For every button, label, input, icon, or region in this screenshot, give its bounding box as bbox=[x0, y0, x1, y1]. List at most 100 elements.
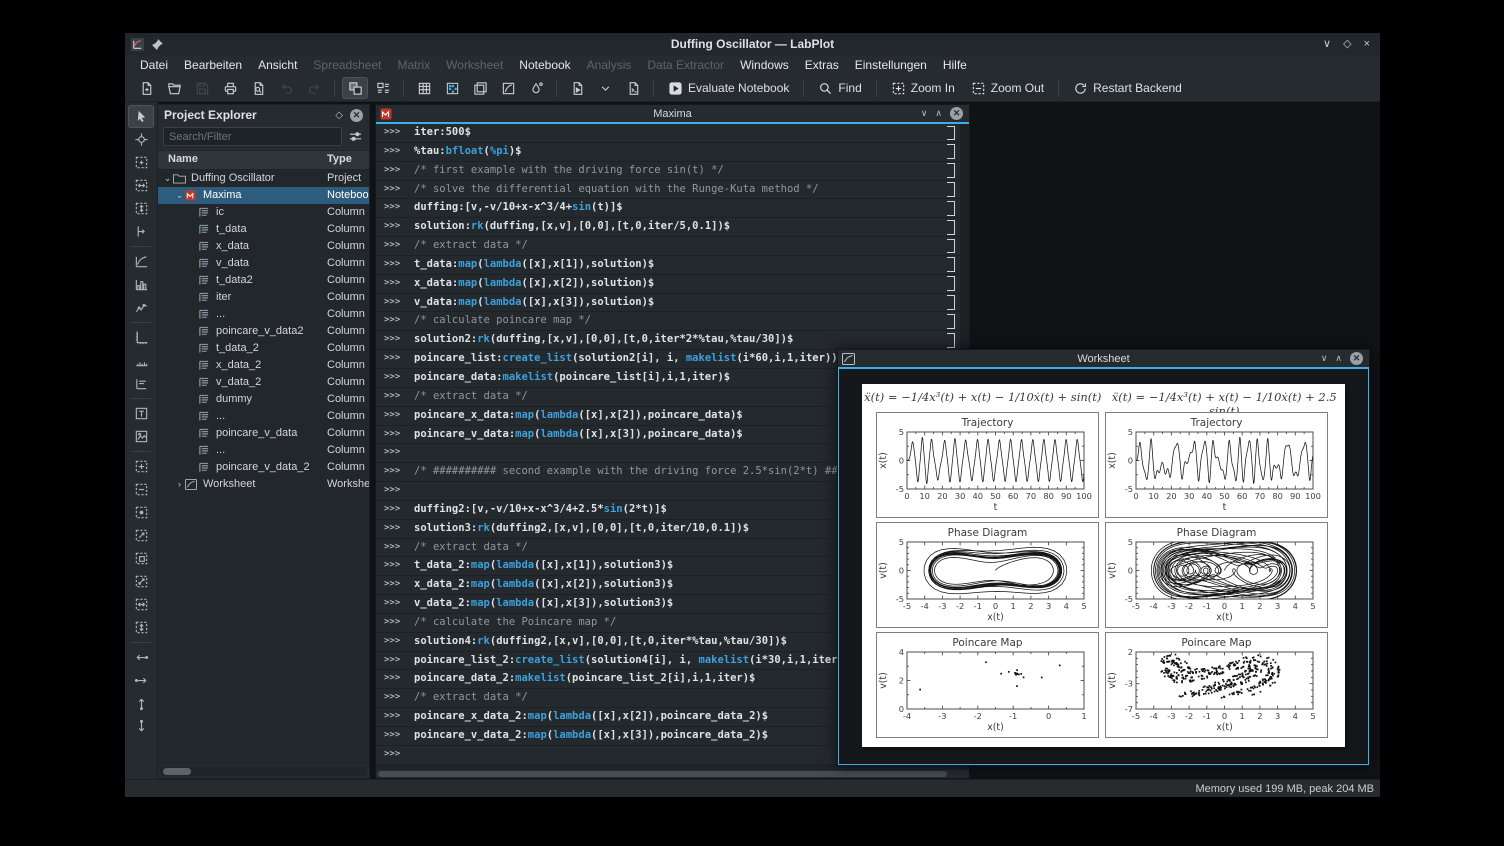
menu-ansicht[interactable]: Ansicht bbox=[250, 55, 305, 75]
zoom-y-select-icon[interactable] bbox=[128, 197, 154, 220]
new-axis-ticks-icon[interactable] bbox=[128, 349, 154, 372]
maximize-button[interactable]: ◇ bbox=[1343, 37, 1351, 51]
tree-row-t-data[interactable]: t_data Column bbox=[158, 221, 369, 238]
tree-row-poincare-v-data[interactable]: poincare_v_data Column bbox=[158, 425, 369, 442]
tree-row-poincare-v-data2[interactable]: poincare_v_data2 Column bbox=[158, 323, 369, 340]
tree-row-iter[interactable]: iter Column bbox=[158, 289, 369, 306]
tree-row-more[interactable]: ... Column bbox=[158, 442, 369, 459]
poincare-map-plot-1[interactable]: Poincare Map -4 -3 -2 -1 0 1 0 2 4 x(t) v(t) bbox=[876, 632, 1099, 738]
scale-auto-icon[interactable] bbox=[128, 570, 154, 593]
new-image-icon[interactable] bbox=[128, 425, 154, 448]
zoom-select-icon[interactable] bbox=[128, 151, 154, 174]
tree-row-maxima[interactable]: ⌄ Maxima Notebook bbox=[158, 187, 369, 204]
scrollbar-thumb[interactable] bbox=[378, 771, 948, 777]
cursor-line-icon[interactable] bbox=[128, 220, 154, 243]
view-all-icon[interactable] bbox=[128, 524, 154, 547]
worksheet-title-bar[interactable]: Worksheet ∨ ∧ ✕ bbox=[838, 350, 1369, 367]
tree-row-t-data2[interactable]: t_data2 Column bbox=[158, 272, 369, 289]
minimize-button[interactable]: ∨ bbox=[1323, 37, 1331, 51]
collapse-arrow-icon[interactable]: ⌄ bbox=[174, 187, 185, 204]
zoom-x-select-icon[interactable] bbox=[128, 174, 154, 197]
code-cell-3[interactable]: >>> /* first example with the driving for… bbox=[376, 161, 969, 181]
new-axis-icon[interactable] bbox=[128, 326, 154, 349]
tree-row-ic[interactable]: ic Column bbox=[158, 204, 369, 221]
notebook-close-icon[interactable]: ✕ bbox=[950, 107, 963, 120]
column-header-name[interactable]: Name bbox=[168, 153, 198, 165]
new-matrix[interactable] bbox=[439, 77, 465, 99]
tree-row-duffing-oscillator[interactable]: ⌄ Duffing Oscillator Project bbox=[158, 170, 369, 187]
collapse-arrow-icon[interactable]: ⌄ bbox=[162, 170, 173, 187]
tree-row-x-data[interactable]: x_data Column bbox=[158, 238, 369, 255]
menu-extras[interactable]: Extras bbox=[797, 55, 847, 75]
new-legend-icon[interactable] bbox=[128, 372, 154, 395]
project-tree-hscrollbar[interactable] bbox=[160, 766, 367, 776]
shift-up-y-icon[interactable] bbox=[128, 692, 154, 715]
menu-windows[interactable]: Windows bbox=[732, 55, 797, 75]
layout-tile-windows[interactable] bbox=[342, 77, 368, 99]
column-header-type[interactable]: Type bbox=[327, 153, 352, 165]
new-notebook-dropdown[interactable] bbox=[592, 77, 618, 99]
phase-diagram-plot-1[interactable]: Phase Diagram -5 -4 -3 -2 -1 0 1 2 3 4 5 -5 0 5 x(t) v(t… bbox=[876, 522, 1099, 628]
worksheet-canvas[interactable]: ẍ(t) = −1/4x³(t) + x(t) − 1/10ẋ(t) + sin… bbox=[862, 384, 1345, 747]
scrollbar-thumb[interactable] bbox=[163, 767, 191, 775]
close-panel-icon[interactable]: ✕ bbox=[350, 108, 363, 122]
menu-notebook[interactable]: Notebook bbox=[511, 55, 578, 75]
close-button[interactable]: × bbox=[1364, 37, 1370, 51]
title-bar[interactable]: Duffing Oscillator — LabPlot ∨ ◇ × bbox=[125, 33, 1380, 55]
trajectory-plot-2[interactable]: Trajectory 0 10 20 30 40 50 60 70 80 90 100 -5 0 5 t x(t… bbox=[1105, 412, 1328, 518]
worksheet-content[interactable]: ẍ(t) = −1/4x³(t) + x(t) − 1/10ẋ(t) + sin… bbox=[838, 367, 1369, 765]
poincare-map-plot-2[interactable]: Poincare Map -5 -4 -3 -2 -1 0 1 2 3 4 5 2 -3 -7 x(t) v(t… bbox=[1105, 632, 1328, 738]
new-script[interactable] bbox=[620, 77, 646, 99]
open-project[interactable] bbox=[161, 77, 187, 99]
tree-row-x-data-2[interactable]: x_data_2 Column bbox=[158, 357, 369, 374]
search-input[interactable] bbox=[163, 127, 342, 146]
notebook-minimize-icon[interactable]: ∨ bbox=[921, 108, 928, 119]
code-cell-8[interactable]: >>> t_data:map(lambda([x],x[1]),solution)… bbox=[376, 255, 969, 275]
filter-options-icon[interactable] bbox=[346, 128, 364, 146]
tree-row-more[interactable]: ... Column bbox=[158, 306, 369, 323]
trajectory-plot-1[interactable]: Trajectory 0 10 20 30 40 50 60 70 80 90 100 -5 0 5 t x(t… bbox=[876, 412, 1099, 518]
menu-datei[interactable]: Datei bbox=[132, 55, 176, 75]
worksheet-minimize-icon[interactable]: ∨ bbox=[1321, 353, 1328, 364]
shift-left-x-icon[interactable] bbox=[128, 646, 154, 669]
restart-backend-button[interactable]: Restart Backend bbox=[1066, 77, 1189, 99]
zoom-out-view-icon[interactable] bbox=[128, 478, 154, 501]
code-cell-9[interactable]: >>> x_data:map(lambda([x],x[2]),solution)… bbox=[376, 274, 969, 294]
worksheet-maximize-icon[interactable]: ∧ bbox=[1335, 353, 1342, 364]
float-panel-icon[interactable]: ◇ bbox=[335, 110, 343, 121]
code-cell-5[interactable]: >>> duffing:[v,-v/10+x-x^3/4+sin(t)]$ bbox=[376, 199, 969, 219]
new-datapicker[interactable] bbox=[523, 77, 549, 99]
tree-row-poincare-v-data-2[interactable]: poincare_v_data_2 Column bbox=[158, 459, 369, 476]
new-histogram-icon[interactable] bbox=[128, 273, 154, 296]
tree-row-v-data[interactable]: v_data Column bbox=[158, 255, 369, 272]
new-text-label-icon[interactable] bbox=[128, 402, 154, 425]
new-spreadsheet[interactable] bbox=[411, 77, 437, 99]
menu-hilfe[interactable]: Hilfe bbox=[935, 55, 975, 75]
worksheet-close-icon[interactable]: ✕ bbox=[1350, 352, 1363, 365]
tree-row-t-data-2[interactable]: t_data_2 Column bbox=[158, 340, 369, 357]
layout-list-windows[interactable] bbox=[370, 77, 396, 99]
tree-row-v-data-2[interactable]: v_data_2 Column bbox=[158, 374, 369, 391]
notebook-title-bar[interactable]: Maxima ∨ ∧ ✕ bbox=[376, 105, 969, 122]
notebook-maximize-icon[interactable]: ∧ bbox=[935, 108, 942, 119]
zoom-in-view-icon[interactable] bbox=[128, 455, 154, 478]
code-cell-11[interactable]: >>> /* calculate poincare map */ bbox=[376, 312, 969, 332]
new-workbook[interactable] bbox=[467, 77, 493, 99]
notebook-hscrollbar[interactable] bbox=[376, 770, 969, 778]
code-cell-4[interactable]: >>> /* solve the differential equation wi… bbox=[376, 180, 969, 200]
expand-arrow-icon[interactable]: › bbox=[174, 476, 185, 493]
print[interactable] bbox=[217, 77, 243, 99]
tree-row-more[interactable]: ... Column bbox=[158, 408, 369, 425]
new-notebook[interactable] bbox=[564, 77, 590, 99]
scale-auto-x-icon[interactable] bbox=[128, 593, 154, 616]
find-button[interactable]: Find bbox=[811, 77, 868, 99]
scale-auto-y-icon[interactable] bbox=[128, 616, 154, 639]
new-project[interactable] bbox=[133, 77, 159, 99]
zoom-in-button[interactable]: Zoom In bbox=[884, 77, 962, 99]
evaluate-notebook-button[interactable]: Evaluate Notebook bbox=[661, 77, 796, 99]
tree-row-worksheet[interactable]: › Worksheet Worksheet bbox=[158, 476, 369, 493]
code-cell-10[interactable]: >>> v_data:map(lambda([x],x[3]),solution)… bbox=[376, 293, 969, 313]
select-cursor-icon[interactable] bbox=[128, 105, 154, 128]
new-fit-icon[interactable] bbox=[128, 296, 154, 319]
code-cell-6[interactable]: >>> solution:rk(duffing,[x,v],[0,0],[t,0,… bbox=[376, 218, 969, 238]
